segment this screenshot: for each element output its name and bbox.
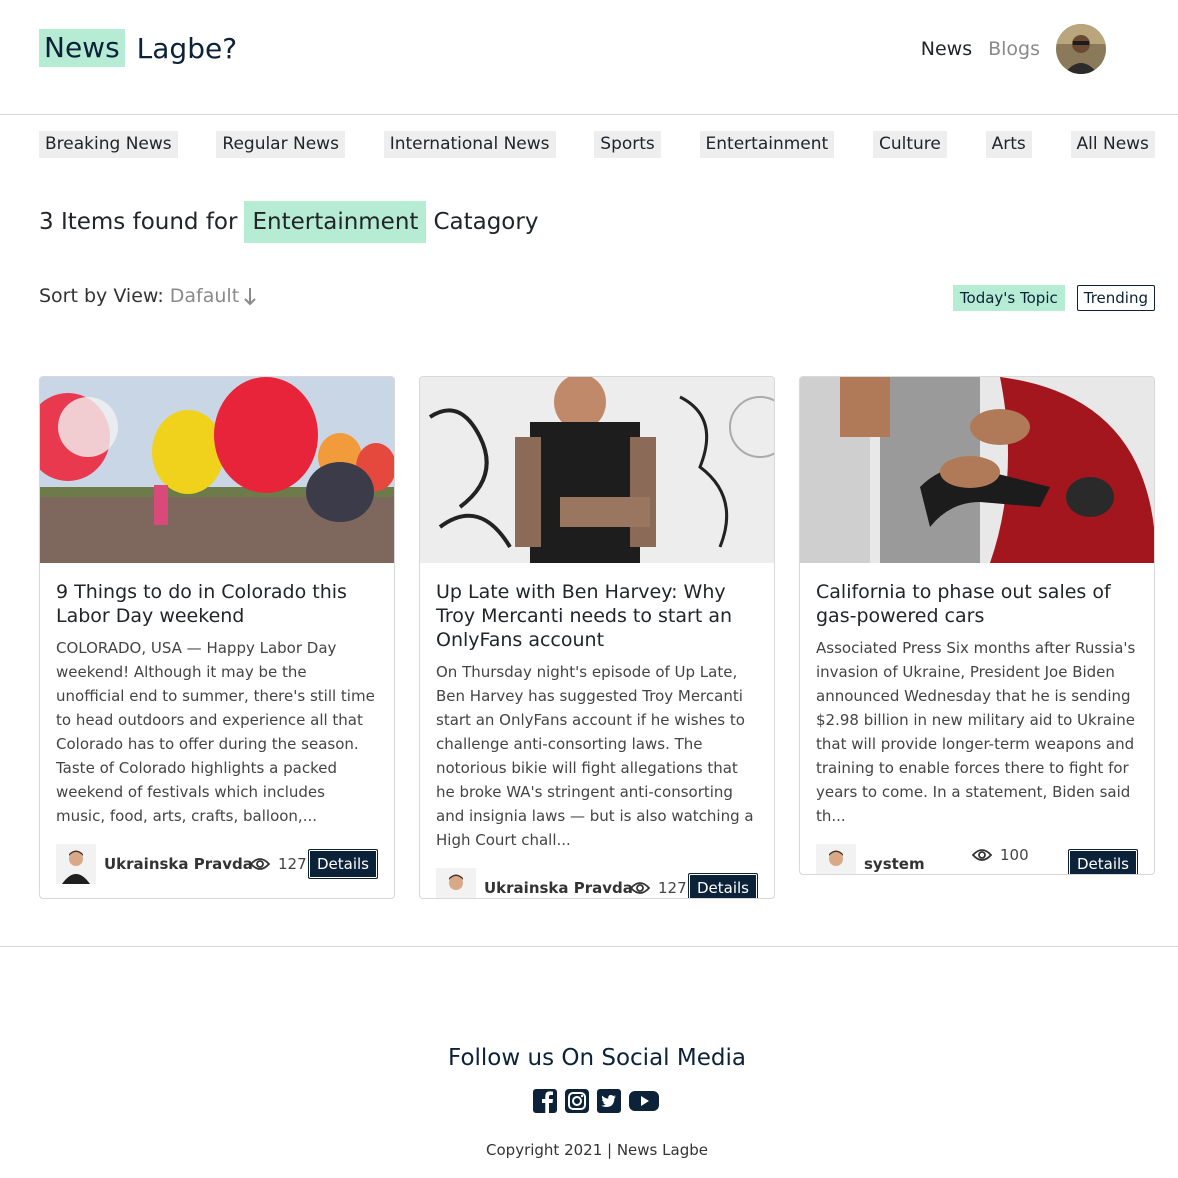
news-card-image	[40, 377, 394, 563]
trending-button[interactable]: Trending	[1076, 285, 1155, 311]
sort-label: Sort by View:	[39, 285, 164, 307]
news-card[interactable]: Up Late with Ben Harvey: Why Troy Mercan…	[419, 376, 775, 899]
main-nav: News Blogs	[921, 24, 1106, 74]
site-logo[interactable]: News Lagbe?	[39, 29, 237, 67]
author-avatar	[816, 844, 856, 874]
category-bar: Breaking News Regular News International…	[39, 131, 1155, 158]
news-card-image	[420, 377, 774, 563]
news-card-title[interactable]: 9 Things to do in Colorado this Labor Da…	[56, 580, 378, 628]
view-count: 127	[630, 879, 687, 897]
copyright-text: Copyright 2021 | News Lagbe	[486, 1141, 708, 1159]
nav-link-news[interactable]: News	[921, 38, 972, 60]
news-card-excerpt: COLORADO, USA — Happy Labor Day weekend!…	[56, 639, 375, 825]
view-count: 127	[250, 855, 307, 873]
news-card-excerpt: On Thursday night's episode of Up Late, …	[436, 663, 754, 849]
category-entertainment[interactable]: Entertainment	[699, 131, 835, 158]
category-breaking-news[interactable]: Breaking News	[39, 131, 178, 158]
youtube-icon[interactable]	[628, 1088, 659, 1114]
details-button[interactable]: Details	[307, 849, 378, 879]
view-count-value: 127	[658, 879, 687, 897]
eye-icon	[630, 882, 650, 894]
results-heading: 3 Items found for Entertainment Catagory	[39, 198, 538, 246]
site-header: News Lagbe? News Blogs	[0, 0, 1178, 115]
author-name: Ukrainska Pravda	[484, 879, 633, 897]
view-count-value: 100	[1000, 846, 1029, 864]
category-regular-news[interactable]: Regular News	[216, 131, 345, 158]
results-category: Entertainment	[244, 201, 427, 243]
category-international-news[interactable]: International News	[383, 131, 556, 158]
logo-text: Lagbe?	[136, 31, 238, 65]
details-button[interactable]: Details	[687, 873, 758, 898]
results-prefix: 3 Items found for	[39, 209, 238, 235]
topic-filters: Today's Topic Trending	[952, 285, 1155, 311]
news-card-title[interactable]: Up Late with Ben Harvey: Why Troy Mercan…	[436, 580, 758, 652]
user-avatar[interactable]	[1056, 24, 1106, 74]
category-arts[interactable]: Arts	[985, 131, 1032, 158]
logo-highlight: News	[39, 29, 125, 67]
author-avatar	[436, 868, 476, 898]
news-card-title[interactable]: California to phase out sales of gas-pow…	[816, 580, 1138, 628]
news-card-meta: Ukrainska Pravda 127 Details	[436, 868, 758, 898]
view-count-value: 127	[278, 855, 307, 873]
facebook-icon[interactable]	[532, 1088, 558, 1114]
arrow-down-icon	[244, 288, 256, 306]
todays-topic-button[interactable]: Today's Topic	[952, 285, 1065, 311]
nav-link-blogs[interactable]: Blogs	[988, 38, 1040, 60]
sort-control[interactable]: Sort by View: Dafault	[39, 285, 257, 307]
eye-icon	[972, 849, 992, 861]
instagram-icon[interactable]	[564, 1088, 590, 1114]
category-all-news[interactable]: All News	[1070, 131, 1155, 158]
news-card-image	[800, 377, 1154, 563]
follow-heading: Follow us On Social Media	[448, 1045, 746, 1071]
author-avatar	[56, 844, 96, 884]
eye-icon	[250, 858, 270, 870]
author-name: system	[864, 855, 925, 873]
view-count: 100	[972, 846, 1029, 864]
details-button[interactable]: Details	[1067, 849, 1138, 874]
twitter-icon[interactable]	[596, 1088, 622, 1114]
category-culture[interactable]: Culture	[872, 131, 947, 158]
category-sports[interactable]: Sports	[594, 131, 661, 158]
news-card-meta: system 100 Details	[816, 844, 1138, 874]
news-card-excerpt: Associated Press Six months after Russia…	[816, 639, 1136, 825]
results-suffix: Catagory	[433, 209, 539, 235]
social-links	[532, 1088, 660, 1114]
news-card[interactable]: California to phase out sales of gas-pow…	[799, 376, 1155, 875]
news-card-meta: Ukrainska Pravda 127 Details	[56, 844, 378, 884]
news-card[interactable]: 9 Things to do in Colorado this Labor Da…	[39, 376, 395, 899]
author-name: Ukrainska Pravda	[104, 855, 253, 873]
footer-divider	[0, 946, 1178, 947]
sort-value[interactable]: Dafault	[170, 285, 239, 307]
